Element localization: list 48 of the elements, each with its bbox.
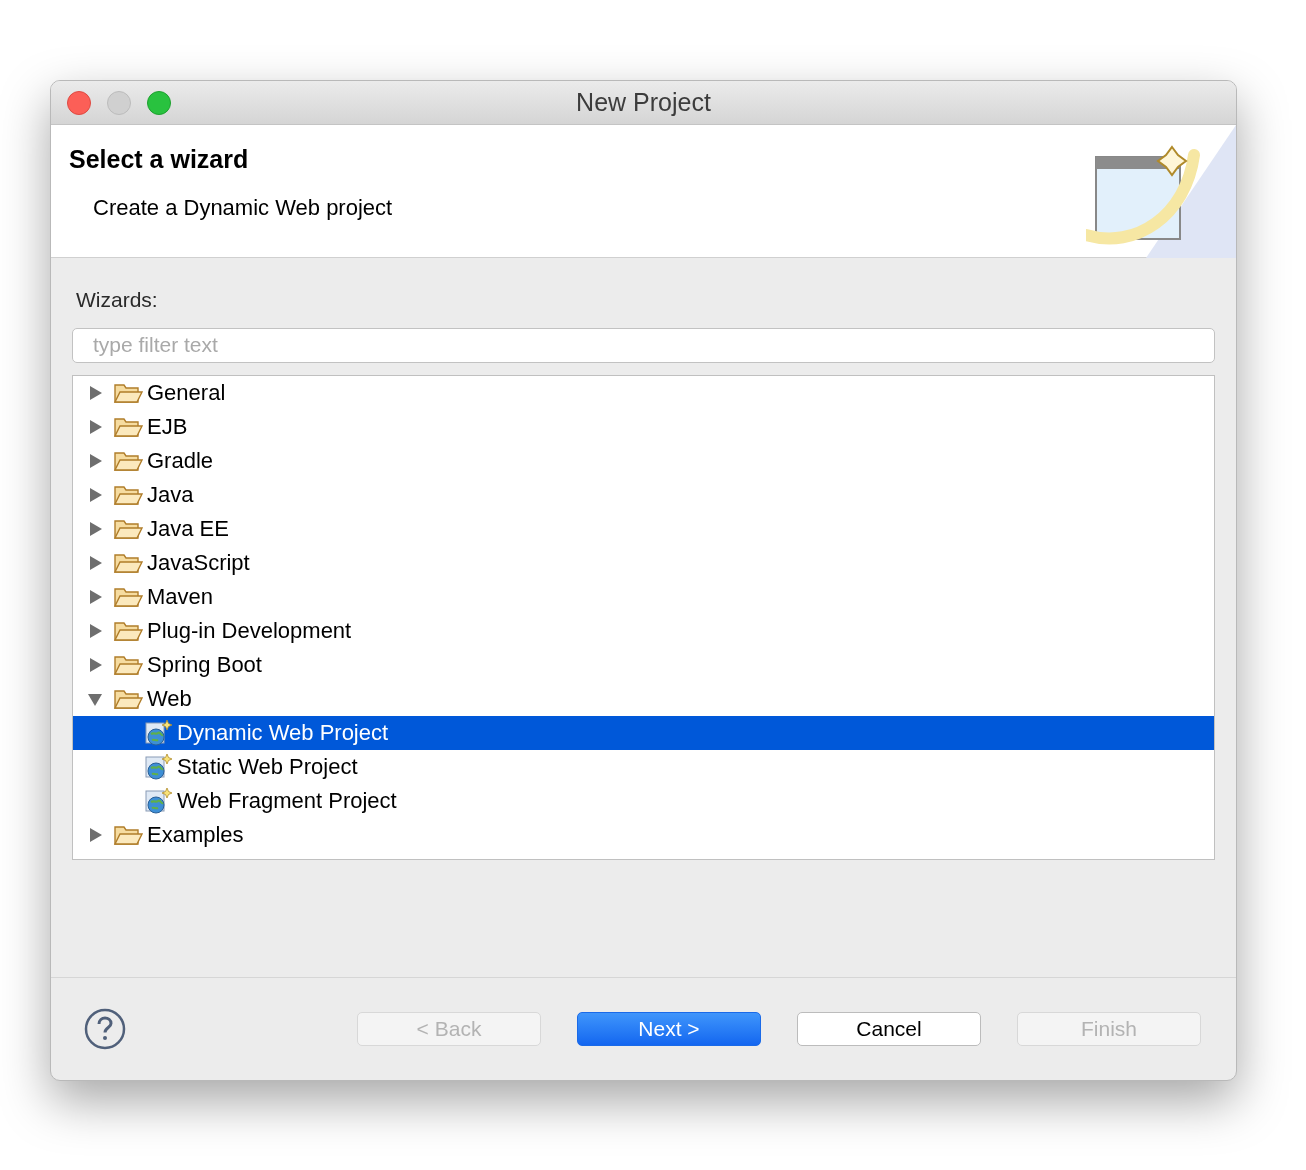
- globe-project-icon: [143, 718, 173, 747]
- default-button[interactable]: Next >: [577, 1012, 761, 1046]
- collapsed-arrow-icon[interactable]: [87, 622, 103, 639]
- header-description: Create a Dynamic Web project: [92, 193, 393, 222]
- folder-icon: [113, 619, 143, 642]
- tree-item[interactable]: Java: [73, 477, 1214, 512]
- folder-icon: [113, 551, 143, 574]
- folder-icon: [113, 517, 143, 540]
- collapsed-arrow-icon[interactable]: [87, 520, 103, 537]
- tree-item[interactable]: Web Fragment Project: [73, 783, 1214, 818]
- tree-item[interactable]: JavaScript: [73, 545, 1214, 580]
- folder-icon: [113, 653, 143, 676]
- folder-icon: [113, 483, 143, 506]
- globe-project-icon: [143, 786, 173, 815]
- tree-item[interactable]: Web: [73, 681, 1214, 716]
- tree-item[interactable]: Maven: [73, 579, 1214, 614]
- collapsed-arrow-icon[interactable]: [87, 554, 103, 571]
- tree-item[interactable]: Java EE: [73, 511, 1214, 546]
- folder-icon: [113, 585, 143, 608]
- tree-item[interactable]: EJB: [73, 409, 1214, 444]
- collapsed-arrow-icon[interactable]: [87, 826, 103, 843]
- tree-item[interactable]: Dynamic Web Project: [73, 715, 1214, 750]
- tree-item[interactable]: General: [73, 375, 1214, 410]
- collapsed-arrow-icon[interactable]: [87, 384, 103, 401]
- tree-item[interactable]: Static Web Project: [73, 749, 1214, 784]
- collapsed-arrow-icon[interactable]: [87, 588, 103, 605]
- help-icon[interactable]: [84, 1008, 126, 1050]
- folder-icon: [113, 449, 143, 472]
- window-title: New Project: [575, 86, 712, 118]
- filter-field[interactable]: type filter text: [72, 327, 1215, 363]
- tree-item[interactable]: Spring Boot: [73, 647, 1214, 682]
- folder-icon: [113, 415, 143, 438]
- collapsed-arrow-icon[interactable]: [87, 656, 103, 673]
- folder-icon: [113, 381, 143, 404]
- collapsed-arrow-icon[interactable]: [87, 452, 103, 469]
- collapsed-arrow-icon[interactable]: [87, 486, 103, 503]
- wizards-label: Wizards:: [75, 287, 159, 313]
- zoom-icon[interactable]: [147, 90, 171, 115]
- header-title: Select a wizard: [69, 144, 250, 175]
- dialog-button[interactable]: Cancel: [797, 1012, 981, 1046]
- tree-item[interactable]: Plug-in Development: [73, 613, 1214, 648]
- folder-icon: [113, 823, 143, 846]
- close-icon[interactable]: [67, 90, 91, 115]
- folder-icon: [113, 687, 143, 710]
- tree-item[interactable]: Examples: [73, 817, 1214, 852]
- collapsed-arrow-icon[interactable]: [87, 418, 103, 435]
- globe-project-icon: [143, 752, 173, 781]
- tree-item[interactable]: Gradle: [73, 443, 1214, 478]
